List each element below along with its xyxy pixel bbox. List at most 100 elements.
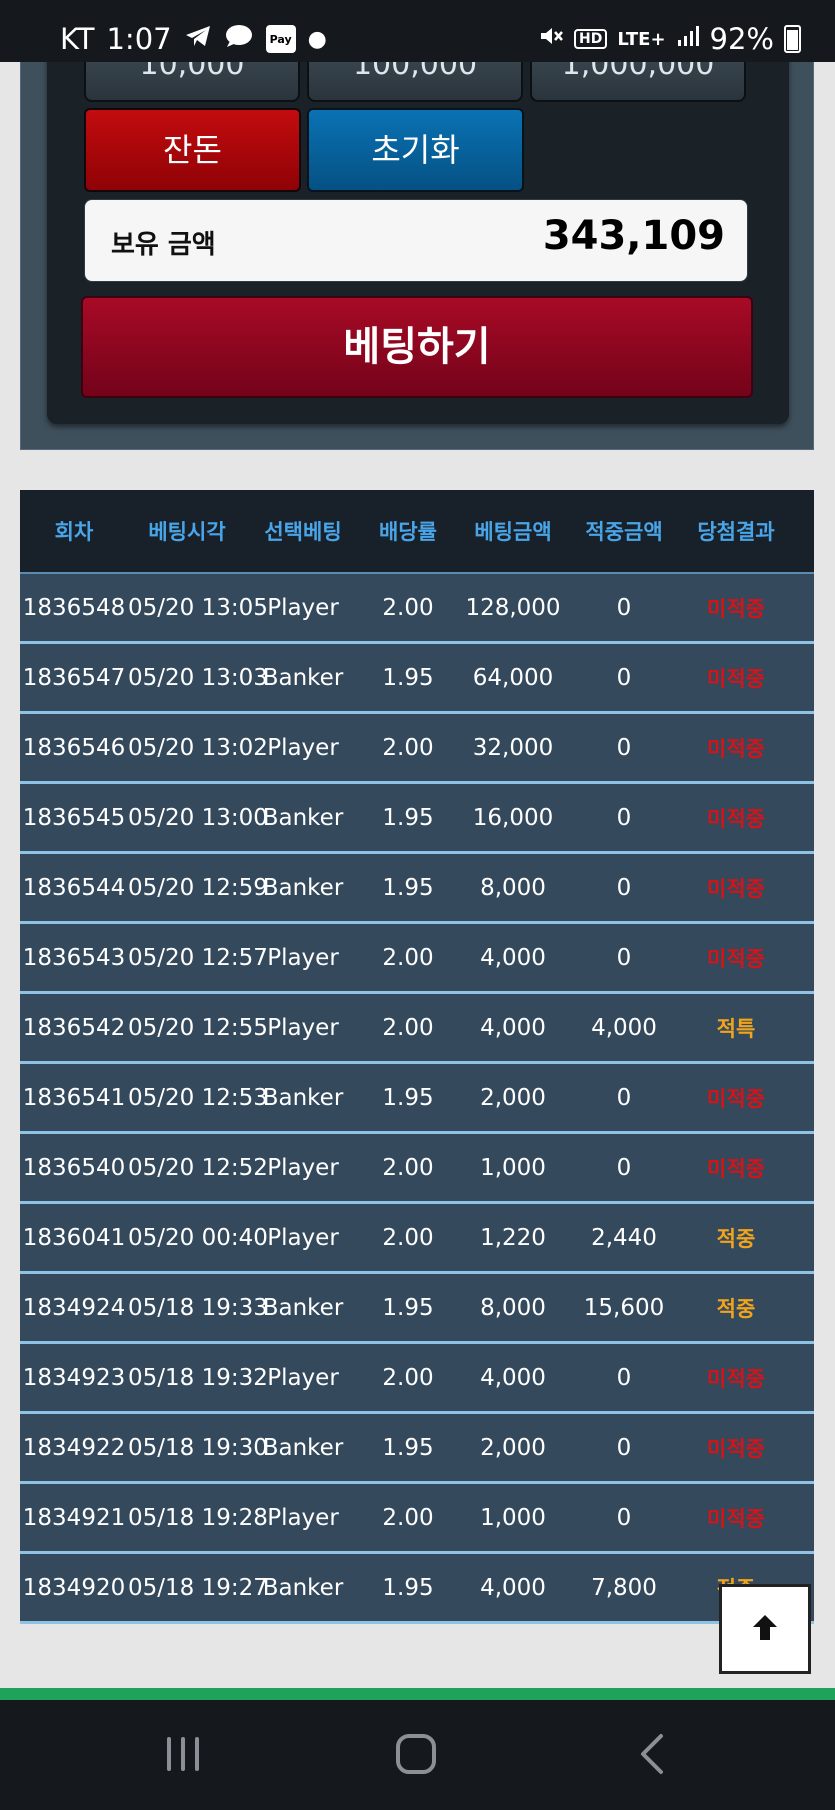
cell-result: 미적중 xyxy=(707,1156,765,1181)
cell-pick: Player xyxy=(267,1364,339,1391)
scroll-to-top-button[interactable] xyxy=(719,1584,811,1674)
cell-round: 1834922 xyxy=(22,1434,126,1461)
cell-odds: 1.95 xyxy=(382,1294,434,1321)
cell-win-amount: 0 xyxy=(616,734,632,761)
cell-pick: Banker xyxy=(262,664,344,691)
cell-bet-amount: 128,000 xyxy=(465,594,561,621)
cell-round: 1834921 xyxy=(22,1504,126,1531)
reset-button[interactable]: 초기화 xyxy=(307,108,524,192)
header-bet-amount: 베팅금액 xyxy=(474,520,552,544)
table-row: 1836545 05/20 13:00 Banker 1.95 16,000 0 미적중 xyxy=(20,784,814,854)
signal-icon xyxy=(676,24,700,54)
cell-pick: Banker xyxy=(262,1294,344,1321)
mute-icon xyxy=(538,24,564,54)
table-row: 1834921 05/18 19:28 Player 2.00 1,000 0 미적중 xyxy=(20,1484,814,1554)
notification-dot-icon: ● xyxy=(307,26,327,52)
cell-pick: Player xyxy=(267,944,339,971)
cell-bet-amount: 2,000 xyxy=(480,1084,546,1111)
cell-result: 미적중 xyxy=(707,1506,765,1531)
balance-label: 보유 금액 xyxy=(111,230,216,260)
cell-result: 미적중 xyxy=(707,1436,765,1461)
cell-win-amount: 0 xyxy=(616,1154,632,1181)
header-round: 회차 xyxy=(54,520,94,544)
header-odds: 배당률 xyxy=(379,520,437,544)
arrow-up-icon xyxy=(748,1610,782,1648)
cell-bet-time: 05/20 13:00 xyxy=(128,804,268,831)
cell-bet-time: 05/20 12:57 xyxy=(128,944,268,971)
cell-round: 1836546 xyxy=(22,734,126,761)
table-row: 1836543 05/20 12:57 Player 2.00 4,000 0 미적중 xyxy=(20,924,814,994)
cell-win-amount: 0 xyxy=(616,1084,632,1111)
cell-bet-amount: 2,000 xyxy=(480,1434,546,1461)
cell-pick: Banker xyxy=(262,874,344,901)
cell-round: 1836543 xyxy=(22,944,126,971)
bet-history-table: 회차 베팅시각 선택베팅 배당률 베팅금액 적중금액 당첨결과 1836548 0… xyxy=(20,490,814,1624)
network-type: LTE+ xyxy=(617,28,666,50)
cell-bet-time: 05/18 19:33 xyxy=(128,1294,268,1321)
cell-result: 적중 xyxy=(716,1296,756,1321)
cell-round: 1836545 xyxy=(22,804,126,831)
cell-round: 1836541 xyxy=(22,1084,126,1111)
cell-result: 미적중 xyxy=(707,596,765,621)
home-button[interactable] xyxy=(376,1728,456,1784)
telegram-icon xyxy=(184,24,212,54)
cell-pick: Banker xyxy=(262,1434,344,1461)
cell-pick: Player xyxy=(267,1014,339,1041)
cell-win-amount: 0 xyxy=(616,594,632,621)
cell-bet-amount: 1,000 xyxy=(480,1504,546,1531)
pay-app-icon: Pay xyxy=(265,25,296,53)
cell-win-amount: 0 xyxy=(616,874,632,901)
place-bet-button[interactable]: 베팅하기 xyxy=(81,296,753,398)
cell-result: 미적중 xyxy=(707,1086,765,1111)
table-body: 1836548 05/20 13:05 Player 2.00 128,000 0 미적중 1… xyxy=(20,574,814,1624)
cell-pick: Player xyxy=(267,1154,339,1181)
table-row: 183492005/18 19:27Banker1.954,0007,800적중 xyxy=(20,1554,814,1624)
cell-win-amount: 7,800 xyxy=(591,1574,657,1601)
header-result: 당첨결과 xyxy=(697,520,775,544)
cell-win-amount: 2,440 xyxy=(591,1224,657,1251)
cell-bet-time: 05/18 19:30 xyxy=(128,1434,268,1461)
table-row: 1836541 05/20 12:53 Banker 1.95 2,000 0 미적중 xyxy=(20,1064,814,1134)
cell-round: 1834920 xyxy=(22,1574,126,1601)
cell-round: 1836544 xyxy=(22,874,126,901)
cell-odds: 1.95 xyxy=(382,1434,434,1461)
cell-odds: 2.00 xyxy=(382,1364,434,1391)
cell-bet-time: 05/18 19:27 xyxy=(128,1574,268,1601)
cell-bet-time: 05/20 13:02 xyxy=(128,734,268,761)
cell-odds: 1.95 xyxy=(382,804,434,831)
back-button[interactable] xyxy=(612,1728,692,1784)
cell-odds: 2.00 xyxy=(382,944,434,971)
table-row: 1836544 05/20 12:59 Banker 1.95 8,000 0 미적중 xyxy=(20,854,814,924)
cell-pick: Banker xyxy=(262,1574,344,1601)
table-row: 1834922 05/18 19:30 Banker 1.95 2,000 0 미적중 xyxy=(20,1414,814,1484)
cell-bet-amount: 32,000 xyxy=(472,734,554,761)
cell-result: 적중 xyxy=(716,1226,756,1251)
cell-win-amount: 0 xyxy=(616,1434,632,1461)
remainder-button[interactable]: 잔돈 xyxy=(84,108,301,192)
cell-win-amount: 15,600 xyxy=(583,1294,665,1321)
clock: 1:07 xyxy=(106,22,172,56)
cell-odds: 2.00 xyxy=(382,1154,434,1181)
cell-round: 1836542 xyxy=(22,1014,126,1041)
table-row: 1836041 05/20 00:40 Player 2.00 1,220 2,440 적중 xyxy=(20,1204,814,1274)
table-header: 회차 베팅시각 선택베팅 배당률 베팅금액 적중금액 당첨결과 xyxy=(20,490,814,574)
header-bet-time: 베팅시각 xyxy=(148,520,226,544)
cell-odds: 1.95 xyxy=(382,1084,434,1111)
carrier-label: KT xyxy=(60,22,95,56)
cell-win-amount: 4,000 xyxy=(591,1014,657,1041)
back-icon xyxy=(635,1732,669,1780)
cell-round: 1836548 xyxy=(22,594,126,621)
cell-pick: Banker xyxy=(262,1084,344,1111)
cell-bet-amount: 1,000 xyxy=(480,1154,546,1181)
recent-apps-button[interactable] xyxy=(143,1728,223,1784)
system-nav-bar xyxy=(0,1700,835,1810)
cell-result: 적특 xyxy=(716,1016,756,1041)
home-icon xyxy=(394,1732,438,1780)
cell-result: 미적중 xyxy=(707,946,765,971)
cell-result: 미적중 xyxy=(707,806,765,831)
cell-win-amount: 0 xyxy=(616,944,632,971)
cell-bet-amount: 16,000 xyxy=(472,804,554,831)
cell-pick: Player xyxy=(267,1504,339,1531)
cell-odds: 1.95 xyxy=(382,664,434,691)
cell-bet-amount: 8,000 xyxy=(480,874,546,901)
